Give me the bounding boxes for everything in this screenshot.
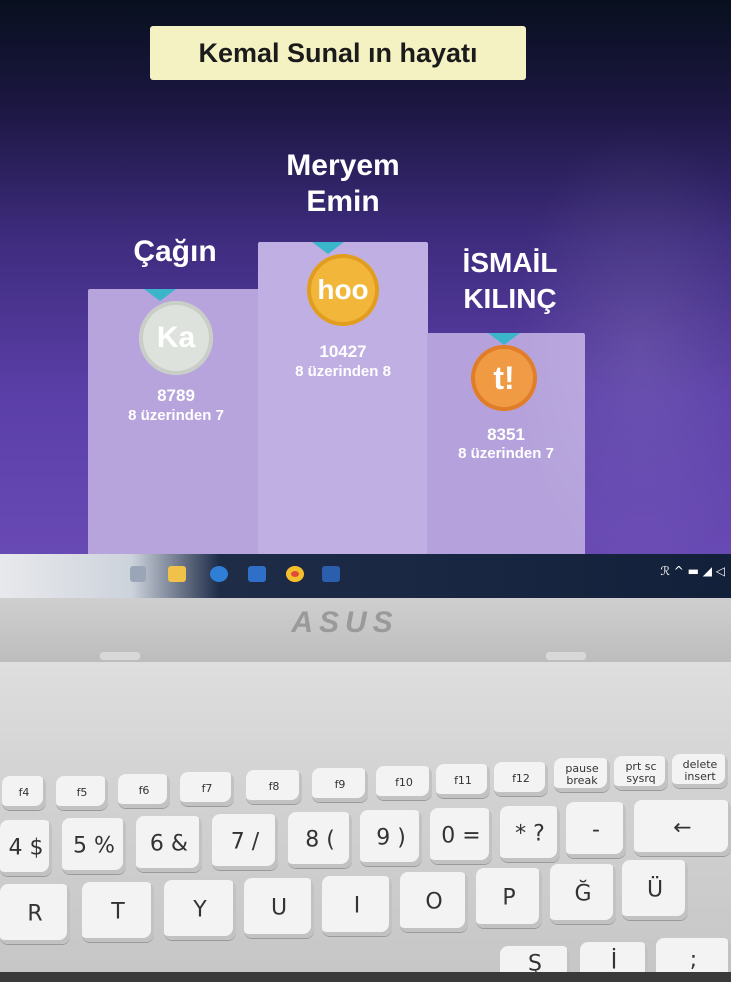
player-name-second: Çağın	[133, 235, 217, 268]
key-f4[interactable]: f4	[2, 776, 46, 810]
hinge-left	[100, 652, 140, 660]
result-second: 8 üzerinden 7	[128, 407, 224, 424]
player-name-third: İSMAİL KILINÇ	[462, 247, 558, 314]
laptop-screen: Kemal Sunal ın hayatı Çağın Ka 8789 8 üz…	[0, 0, 731, 568]
key-o[interactable]: O	[400, 872, 468, 932]
edge-icon[interactable]	[210, 566, 228, 582]
gold-medal-icon: hoo	[307, 254, 379, 326]
key-y[interactable]: Y	[164, 880, 236, 940]
key-i[interactable]: I	[322, 876, 392, 936]
player-name-first: Meryem Emin	[286, 149, 400, 218]
key-6[interactable]: 6 &	[136, 816, 202, 872]
key-minus[interactable]: -	[566, 802, 626, 858]
word-icon[interactable]	[322, 566, 340, 582]
chrome-icon[interactable]	[286, 566, 304, 582]
silver-medal-icon: Ka	[139, 301, 213, 375]
key-f6[interactable]: f6	[118, 774, 170, 808]
key-u[interactable]: U	[244, 878, 314, 938]
score-second: 8789	[157, 386, 195, 405]
key-p[interactable]: P	[476, 868, 542, 928]
key-r[interactable]: R	[0, 884, 70, 944]
key-prt-sc[interactable]: prt sc sysrq	[614, 756, 668, 790]
bronze-medal-icon: t!	[471, 345, 537, 411]
key-5[interactable]: 5 %	[62, 818, 126, 874]
key-pause-break[interactable]: pause break	[554, 758, 610, 792]
key-backspace[interactable]: ←	[634, 800, 731, 856]
key-asterisk[interactable]: * ?	[500, 806, 560, 862]
key-4[interactable]: 4 $	[0, 820, 52, 876]
key-f10[interactable]: f10	[376, 766, 432, 800]
key-delete[interactable]: delete insert	[672, 754, 728, 788]
mail-icon[interactable]	[248, 566, 266, 582]
system-tray[interactable]: ℛ ^ ▬ ◢ ◁	[660, 564, 725, 578]
key-u-umlaut[interactable]: Ü	[622, 860, 688, 920]
medal-ribbon-first	[312, 242, 344, 254]
medal-ribbon-second	[144, 289, 176, 301]
key-0[interactable]: 0 =	[430, 808, 492, 864]
bottom-edge	[0, 972, 731, 982]
key-9[interactable]: 9 )	[360, 810, 422, 866]
result-first: 8 üzerinden 8	[295, 363, 391, 380]
key-f5[interactable]: f5	[56, 776, 108, 810]
key-t[interactable]: T	[82, 882, 154, 942]
score-first: 10427	[319, 342, 367, 361]
hinge-right	[546, 652, 586, 660]
key-f11[interactable]: f11	[436, 764, 490, 798]
key-8[interactable]: 8 (	[288, 812, 352, 868]
key-f8[interactable]: f8	[246, 770, 302, 804]
medal-ribbon-third	[488, 333, 520, 345]
result-third: 8 üzerinden 7	[458, 445, 554, 462]
key-f12[interactable]: f12	[494, 762, 548, 796]
file-explorer-icon[interactable]	[168, 566, 186, 582]
key-f9[interactable]: f9	[312, 768, 368, 802]
score-third: 8351	[487, 425, 525, 444]
windows-taskbar: ℛ ^ ▬ ◢ ◁	[0, 554, 731, 598]
key-f7[interactable]: f7	[180, 772, 234, 806]
quiz-title: Kemal Sunal ın hayatı	[150, 26, 526, 80]
brand-logo: ASUS	[291, 606, 399, 639]
task-view-icon[interactable]	[130, 566, 146, 582]
key-7[interactable]: 7 /	[212, 814, 278, 870]
key-g-breve[interactable]: Ğ	[550, 864, 616, 924]
